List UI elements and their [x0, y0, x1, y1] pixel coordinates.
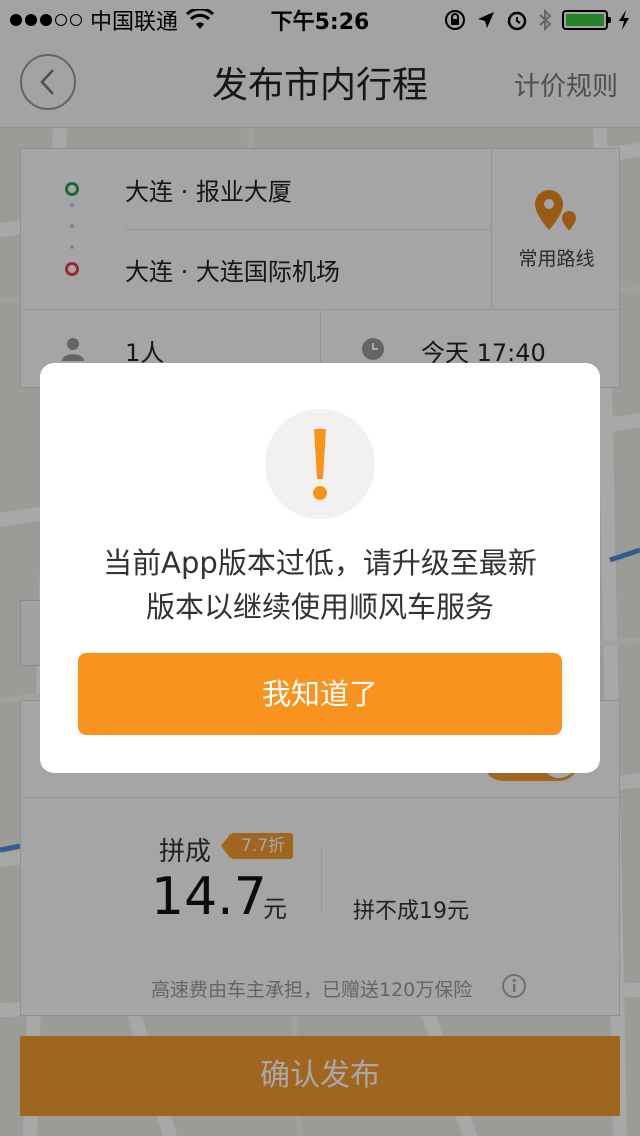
alert-message: 当前App版本过低，请升级至最新 版本以继续使用顺风车服务 [70, 541, 570, 629]
alert-message-line-2: 版本以继续使用顺风车服务 [145, 590, 494, 624]
alert-message-line-1: 当前App版本过低，请升级至最新 [103, 546, 537, 580]
exclamation-icon [313, 429, 327, 500]
got-it-button[interactable]: 我知道了 [78, 653, 562, 735]
alert-icon-container [265, 409, 375, 519]
upgrade-alert-dialog: 当前App版本过低，请升级至最新 版本以继续使用顺风车服务 我知道了 [40, 363, 600, 773]
